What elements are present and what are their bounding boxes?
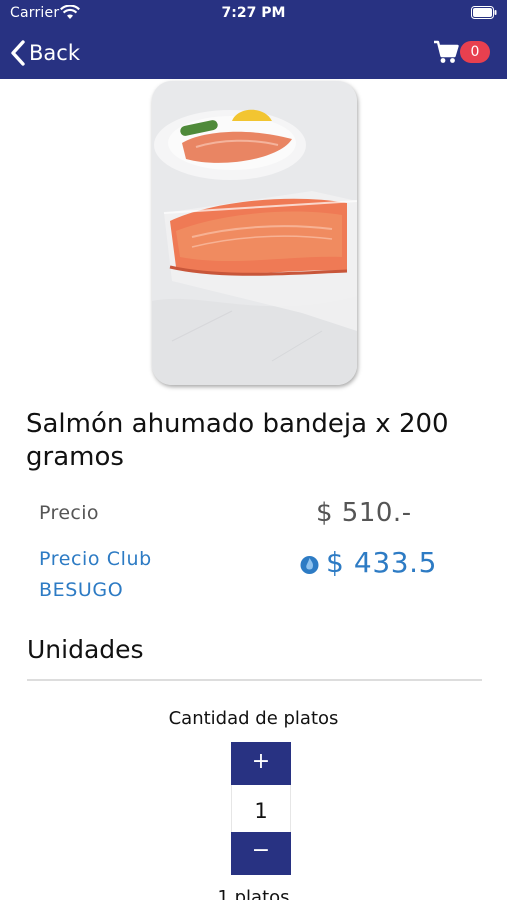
product-image (152, 81, 357, 385)
cart-count-badge: 0 (460, 41, 490, 63)
plates-summary: 1 platos (217, 887, 290, 900)
header: Carrier 7:27 PM Back 0 (0, 0, 507, 79)
divider (27, 679, 482, 681)
status-bar: Carrier 7:27 PM (0, 0, 507, 28)
cart-icon (434, 40, 459, 63)
decrement-button[interactable]: − (231, 832, 291, 875)
club-price-value: $ 433.5 (326, 546, 438, 579)
quantity-value: 1 (231, 785, 291, 832)
club-flame-icon (300, 556, 319, 574)
back-button[interactable]: Back (10, 37, 80, 69)
clock: 7:27 PM (221, 5, 286, 21)
cart-button[interactable]: 0 (433, 39, 495, 67)
nav-bar: Back 0 (0, 28, 507, 79)
units-heading: Unidades (27, 635, 144, 664)
product-detail-screen: Carrier 7:27 PM Back 0 Salmón ahumado ba… (0, 0, 507, 900)
price-value: $ 510.- (316, 498, 412, 528)
club-price-label: Precio Club BESUGO (39, 548, 152, 601)
product-title: Salmón ahumado bandeja x 200 gramos (26, 409, 449, 472)
price-label: Precio (39, 502, 99, 524)
back-label: Back (29, 41, 80, 65)
plates-label: Cantidad de platos (168, 708, 339, 729)
back-chevron-icon (11, 40, 25, 66)
increment-button[interactable]: + (231, 742, 291, 785)
battery-icon (471, 6, 497, 19)
